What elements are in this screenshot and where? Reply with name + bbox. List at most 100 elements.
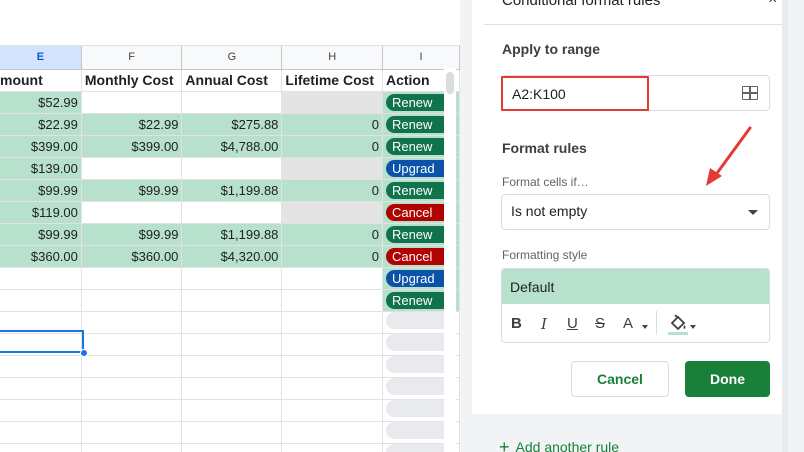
- cell-annual-cost[interactable]: $275.88: [181, 113, 283, 136]
- cell-empty[interactable]: [281, 399, 383, 422]
- cell-lifetime-cost[interactable]: 0: [281, 245, 383, 268]
- cell-empty[interactable]: [81, 311, 183, 334]
- panel-scrollbar[interactable]: [782, 0, 788, 452]
- cell-empty[interactable]: [181, 355, 283, 378]
- cell-empty[interactable]: [81, 355, 183, 378]
- spreadsheet-grid[interactable]: E F G H I mount Monthly Cost Annual Cost…: [0, 0, 460, 452]
- cell-empty[interactable]: [181, 399, 283, 422]
- cell-monthly-cost[interactable]: $99.99: [81, 223, 183, 246]
- cell-annual-cost[interactable]: [181, 157, 283, 180]
- style-preset-label[interactable]: Default: [510, 279, 554, 295]
- header-lifetime-cost[interactable]: Lifetime Cost: [281, 69, 383, 92]
- underline-button[interactable]: U: [567, 315, 578, 332]
- cell-monthly-cost[interactable]: [81, 289, 183, 312]
- style-preview[interactable]: Default: [502, 269, 769, 304]
- cell-monthly-cost[interactable]: [81, 267, 183, 290]
- sheet-scrollbar[interactable]: [444, 68, 456, 452]
- cell-annual-cost[interactable]: [181, 201, 283, 224]
- fill-color-caret-icon[interactable]: [690, 325, 696, 329]
- select-range-grid-icon[interactable]: [742, 86, 758, 100]
- cell-monthly-cost[interactable]: $399.00: [81, 135, 183, 158]
- cell-annual-cost[interactable]: $1,199.88: [181, 179, 283, 202]
- cell-empty[interactable]: [0, 443, 82, 452]
- cell-empty[interactable]: [81, 377, 183, 400]
- cell-amount[interactable]: [0, 289, 82, 312]
- cell-annual-cost[interactable]: [181, 91, 283, 114]
- cell-monthly-cost[interactable]: [81, 91, 183, 114]
- header-monthly-cost[interactable]: Monthly Cost: [81, 69, 183, 92]
- cell-amount[interactable]: $22.99: [0, 113, 82, 136]
- cell-annual-cost[interactable]: [181, 267, 283, 290]
- text-color-button[interactable]: A: [623, 315, 633, 332]
- column-header-g[interactable]: G: [181, 46, 283, 70]
- add-another-rule-link[interactable]: + Add another rule: [499, 436, 619, 452]
- cell-empty[interactable]: [181, 311, 283, 334]
- cell-amount[interactable]: $52.99: [0, 91, 82, 114]
- cell-empty[interactable]: [281, 421, 383, 444]
- cancel-button[interactable]: Cancel: [571, 361, 669, 397]
- cell-monthly-cost[interactable]: $99.99: [81, 179, 183, 202]
- cell-amount[interactable]: $119.00: [0, 201, 82, 224]
- header-amount[interactable]: mount: [0, 69, 82, 92]
- bold-button[interactable]: B: [511, 315, 522, 332]
- cell-empty[interactable]: [0, 333, 82, 356]
- cell-empty[interactable]: [0, 311, 82, 334]
- cell-amount[interactable]: [0, 267, 82, 290]
- cell-lifetime-cost[interactable]: 0: [281, 223, 383, 246]
- strikethrough-button[interactable]: S: [595, 315, 605, 332]
- column-header-h[interactable]: H: [281, 46, 383, 70]
- cell-empty[interactable]: [281, 333, 383, 356]
- cell-empty[interactable]: [181, 377, 283, 400]
- cell-annual-cost[interactable]: $4,320.00: [181, 245, 283, 268]
- text-color-caret-icon[interactable]: [642, 325, 648, 329]
- cell-lifetime-cost[interactable]: 0: [281, 113, 383, 136]
- cell-monthly-cost[interactable]: [81, 157, 183, 180]
- cell-empty[interactable]: [0, 355, 82, 378]
- cell-empty[interactable]: [281, 377, 383, 400]
- cell-empty[interactable]: [81, 421, 183, 444]
- done-button[interactable]: Done: [685, 361, 770, 397]
- column-header-e[interactable]: E: [0, 46, 82, 70]
- cell-empty[interactable]: [81, 399, 183, 422]
- cell-empty[interactable]: [281, 355, 383, 378]
- cell-lifetime-cost[interactable]: 0: [281, 179, 383, 202]
- cell-annual-cost[interactable]: $1,199.88: [181, 223, 283, 246]
- cell-lifetime-cost[interactable]: [281, 289, 383, 312]
- close-icon[interactable]: ×: [768, 0, 777, 9]
- cell-table[interactable]: E F G H I mount Monthly Cost Annual Cost…: [0, 46, 460, 452]
- column-header-f[interactable]: F: [81, 46, 183, 70]
- cell-empty[interactable]: [81, 443, 183, 452]
- cell-empty[interactable]: [181, 421, 283, 444]
- condition-dropdown-value[interactable]: Is not empty: [511, 203, 587, 219]
- cell-monthly-cost[interactable]: $22.99: [81, 113, 183, 136]
- cell-amount[interactable]: $99.99: [0, 223, 82, 246]
- header-annual-cost[interactable]: Annual Cost: [181, 69, 283, 92]
- cell-empty[interactable]: [0, 421, 82, 444]
- cell-empty[interactable]: [281, 311, 383, 334]
- cell-empty[interactable]: [0, 399, 82, 422]
- cell-lifetime-cost[interactable]: [281, 157, 383, 180]
- cell-lifetime-cost[interactable]: 0: [281, 135, 383, 158]
- column-header-i[interactable]: I: [382, 46, 460, 70]
- sheet-scrollbar-thumb[interactable]: [446, 72, 454, 94]
- cell-monthly-cost[interactable]: $360.00: [81, 245, 183, 268]
- cell-lifetime-cost[interactable]: [281, 201, 383, 224]
- cell-empty[interactable]: [181, 333, 283, 356]
- cell-lifetime-cost[interactable]: [281, 91, 383, 114]
- fill-color-icon[interactable]: [668, 313, 688, 335]
- cell-annual-cost[interactable]: $4,788.00: [181, 135, 283, 158]
- cell-empty[interactable]: [81, 333, 183, 356]
- fill-handle[interactable]: [80, 349, 88, 357]
- cell-lifetime-cost[interactable]: [281, 267, 383, 290]
- cell-empty[interactable]: [181, 443, 283, 452]
- cell-amount[interactable]: $139.00: [0, 157, 82, 180]
- cell-amount[interactable]: $399.00: [0, 135, 82, 158]
- cell-annual-cost[interactable]: [181, 289, 283, 312]
- italic-button[interactable]: I: [541, 315, 547, 333]
- cell-empty[interactable]: [281, 443, 383, 452]
- cell-amount[interactable]: $360.00: [0, 245, 82, 268]
- cell-empty[interactable]: [0, 377, 82, 400]
- chevron-down-icon[interactable]: [748, 210, 758, 215]
- range-input-value[interactable]: A2:K100: [512, 86, 566, 102]
- cell-amount[interactable]: $99.99: [0, 179, 82, 202]
